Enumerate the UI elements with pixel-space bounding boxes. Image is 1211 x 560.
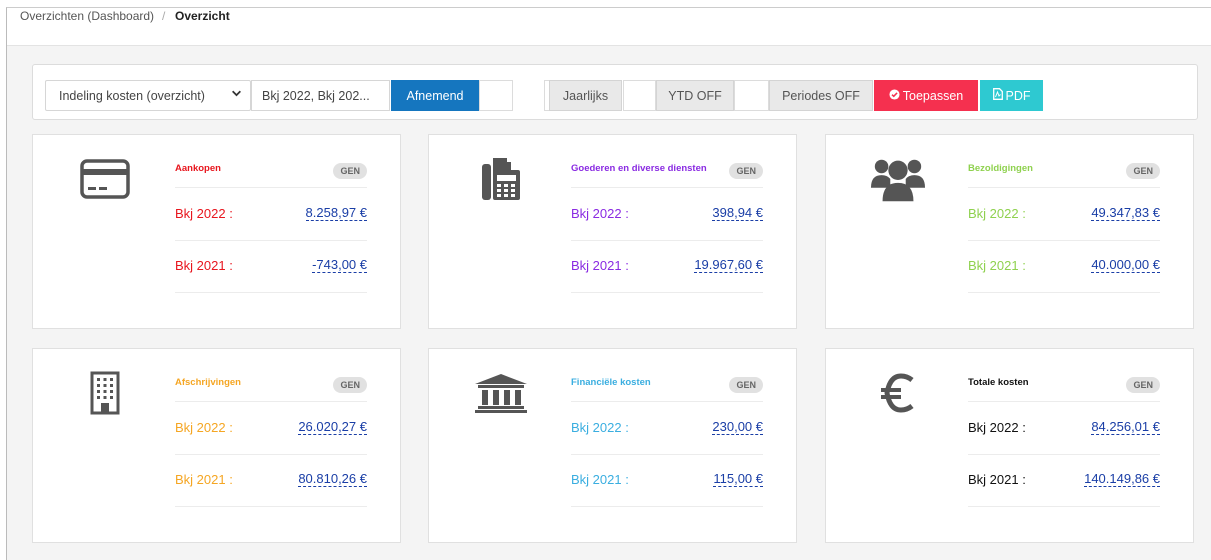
card-row: Bkj 2021 : 140.149,86 € [968,454,1160,507]
card-title: Aankopen [175,163,221,174]
card-header: Bezoldigingen GEN [968,159,1160,188]
card-row: Bkj 2022 : 84.256,01 € [968,402,1160,455]
periods-button[interactable]: Periodes OFF [769,80,873,111]
users-icon [870,151,926,207]
amount-link[interactable]: 140.149,86 € [1084,472,1160,487]
gen-badge: GEN [333,163,367,179]
amount-link[interactable]: 398,94 € [712,206,763,221]
breadcrumb-parent-link[interactable]: Overzichten (Dashboard) [20,9,154,23]
card-row: Bkj 2021 : 19.967,60 € [571,240,763,293]
amount-link[interactable]: 230,00 € [712,420,763,435]
fax-icon [473,151,529,207]
card-header: Goederen en diverse diensten GEN [571,159,763,188]
apply-button-label: Toepassen [902,88,964,103]
period-label: Bkj 2021 : [571,258,629,273]
gen-badge: GEN [1126,377,1160,393]
card-row: Bkj 2022 : 8.258,97 € [175,188,367,241]
check-circle-icon [889,88,900,103]
sort-ascending-button[interactable] [479,80,513,111]
breadcrumb-current: Overzicht [175,9,230,23]
card-row: Bkj 2021 : -743,00 € [175,240,367,293]
period-label: Bkj 2021 : [175,472,233,487]
gen-badge: GEN [729,163,763,179]
card-row: Bkj 2022 : 26.020,27 € [175,402,367,455]
filter-toolbar: Indeling kosten (overzicht) Bkj 2022, Bk… [32,64,1198,120]
card-goederen: Goederen en diverse diensten GEN Bkj 202… [428,134,797,329]
amount-link[interactable]: 26.020,27 € [298,420,367,435]
gen-badge: GEN [729,377,763,393]
card-header: Totale kosten GEN [968,373,1160,402]
card-header: Financiële kosten GEN [571,373,763,402]
period-label: Bkj 2021 : [175,258,233,273]
card-row: Bkj 2022 : 230,00 € [571,402,763,455]
card-totale-kosten: Totale kosten GEN Bkj 2022 : 84.256,01 €… [825,348,1194,543]
building-icon [77,365,133,421]
breadcrumb: Overzichten (Dashboard) / Overzicht [7,8,1211,46]
card-title: Totale kosten [968,377,1029,388]
app-frame: Overzichten (Dashboard) / Overzicht Inde… [6,7,1211,560]
sort-descending-button[interactable]: Afnemend [391,80,479,111]
amount-link[interactable]: 49.347,83 € [1091,206,1160,221]
pdf-button[interactable]: PDF [980,80,1043,111]
card-row: Bkj 2022 : 49.347,83 € [968,188,1160,241]
amount-link[interactable]: 8.258,97 € [305,206,367,221]
card-title: Afschrijvingen [175,377,241,388]
card-afschrijvingen: Afschrijvingen GEN Bkj 2022 : 26.020,27 … [32,348,401,543]
gen-badge: GEN [1126,163,1160,179]
card-bezoldigingen: Bezoldigingen GEN Bkj 2022 : 49.347,83 €… [825,134,1194,329]
euro-icon [870,365,926,421]
card-row: Bkj 2022 : 398,94 € [571,188,763,241]
periods-toggle-off[interactable] [734,80,769,111]
card-aankopen: Aankopen GEN Bkj 2022 : 8.258,97 € Bkj 2… [32,134,401,329]
card-row: Bkj 2021 : 40.000,00 € [968,240,1160,293]
period-label: Bkj 2022 : [968,420,1026,435]
bank-icon [473,365,529,421]
amount-link[interactable]: 84.256,01 € [1091,420,1160,435]
card-header: Aankopen GEN [175,159,367,188]
card-title: Bezoldigingen [968,163,1033,174]
ytd-button[interactable]: YTD OFF [656,80,734,111]
frequency-button[interactable]: Jaarlijks [549,80,622,111]
card-title: Financiële kosten [571,377,651,388]
card-header: Afschrijvingen GEN [175,373,367,402]
amount-link[interactable]: -743,00 € [312,258,367,273]
ytd-toggle-off[interactable] [623,80,656,111]
credit-card-icon [77,151,133,207]
card-title: Goederen en diverse diensten [571,163,707,174]
card-row: Bkj 2021 : 115,00 € [571,454,763,507]
period-label: Bkj 2022 : [571,206,629,221]
card-financiele-kosten: Financiële kosten GEN Bkj 2022 : 230,00 … [428,348,797,543]
periods-select[interactable]: Bkj 2022, Bkj 202... [251,80,390,111]
period-label: Bkj 2022 : [175,420,233,435]
pdf-file-icon [992,88,1003,103]
pdf-button-label: PDF [1005,88,1031,103]
period-label: Bkj 2022 : [571,420,629,435]
grouping-select-value: Indeling kosten (overzicht) [59,88,205,103]
gen-badge: GEN [333,377,367,393]
period-label: Bkj 2021 : [968,258,1026,273]
period-label: Bkj 2021 : [571,472,629,487]
amount-link[interactable]: 115,00 € [713,472,763,487]
period-label: Bkj 2022 : [968,206,1026,221]
breadcrumb-separator: / [162,9,166,23]
period-label: Bkj 2022 : [175,206,233,221]
amount-link[interactable]: 19.967,60 € [694,258,763,273]
grouping-select[interactable]: Indeling kosten (overzicht) [45,80,251,111]
card-row: Bkj 2021 : 80.810,26 € [175,454,367,507]
amount-link[interactable]: 80.810,26 € [298,472,367,487]
chevron-down-icon [231,88,242,102]
period-label: Bkj 2021 : [968,472,1026,487]
apply-button[interactable]: Toepassen [874,80,978,111]
amount-link[interactable]: 40.000,00 € [1091,258,1160,273]
periods-select-value: Bkj 2022, Bkj 202... [262,88,370,103]
